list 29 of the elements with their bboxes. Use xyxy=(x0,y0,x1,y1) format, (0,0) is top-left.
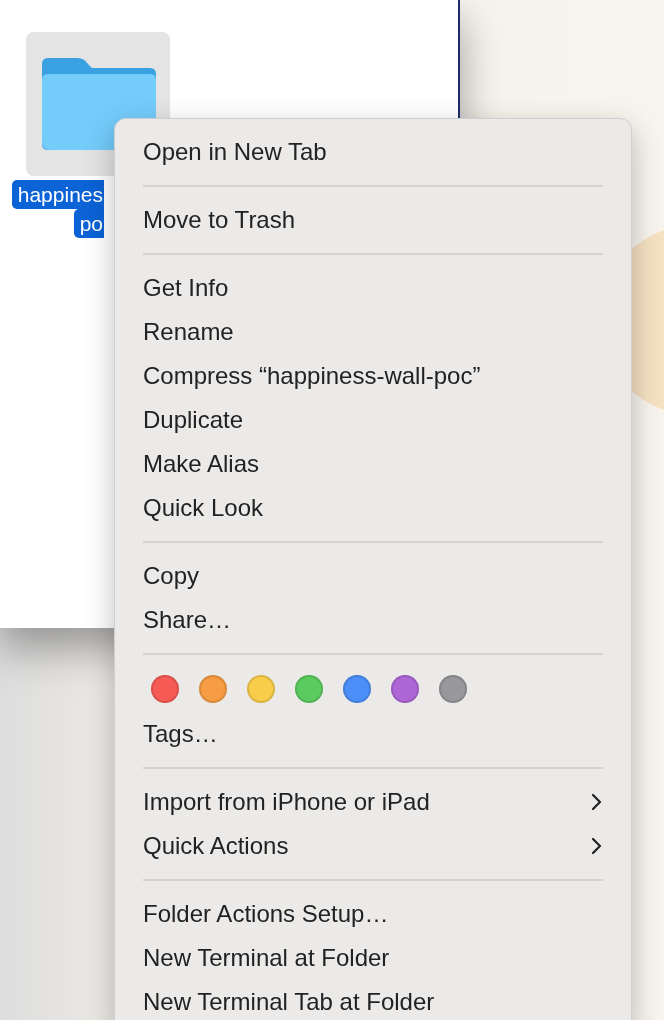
tag-color-dot[interactable] xyxy=(247,675,275,703)
menu-item[interactable]: Duplicate xyxy=(115,398,631,442)
menu-item[interactable]: Open in New Tab xyxy=(115,130,631,174)
menu-item[interactable]: Folder Actions Setup… xyxy=(115,892,631,936)
menu-item[interactable]: Rename xyxy=(115,310,631,354)
tag-color-dot[interactable] xyxy=(295,675,323,703)
folder-name-label[interactable]: po xyxy=(73,209,104,238)
tag-color-dot[interactable] xyxy=(199,675,227,703)
menu-item-label: Quick Actions xyxy=(143,832,289,860)
submenu-item[interactable]: Quick Actions xyxy=(115,824,631,868)
menu-item[interactable]: Share… xyxy=(115,598,631,642)
menu-item[interactable]: Quick Look xyxy=(115,486,631,530)
chevron-right-icon xyxy=(591,837,603,855)
menu-item[interactable]: Make Alias xyxy=(115,442,631,486)
menu-item[interactable]: Tags… xyxy=(115,712,631,756)
menu-item[interactable]: Copy xyxy=(115,554,631,598)
menu-item[interactable]: New Terminal Tab at Folder xyxy=(115,980,631,1020)
tag-color-dot[interactable] xyxy=(391,675,419,703)
chevron-right-icon xyxy=(591,793,603,811)
submenu-item[interactable]: Import from iPhone or iPad xyxy=(115,780,631,824)
menu-item[interactable]: Move to Trash xyxy=(115,198,631,242)
menu-item[interactable]: New Terminal at Folder xyxy=(115,936,631,980)
tag-color-dot[interactable] xyxy=(343,675,371,703)
menu-item[interactable]: Get Info xyxy=(115,266,631,310)
tag-color-dot[interactable] xyxy=(151,675,179,703)
menu-item-label: Import from iPhone or iPad xyxy=(143,788,430,816)
menu-item[interactable]: Compress “happiness-wall-poc” xyxy=(115,354,631,398)
tag-color-dot[interactable] xyxy=(439,675,467,703)
folder-name-label[interactable]: happines xyxy=(11,180,104,209)
